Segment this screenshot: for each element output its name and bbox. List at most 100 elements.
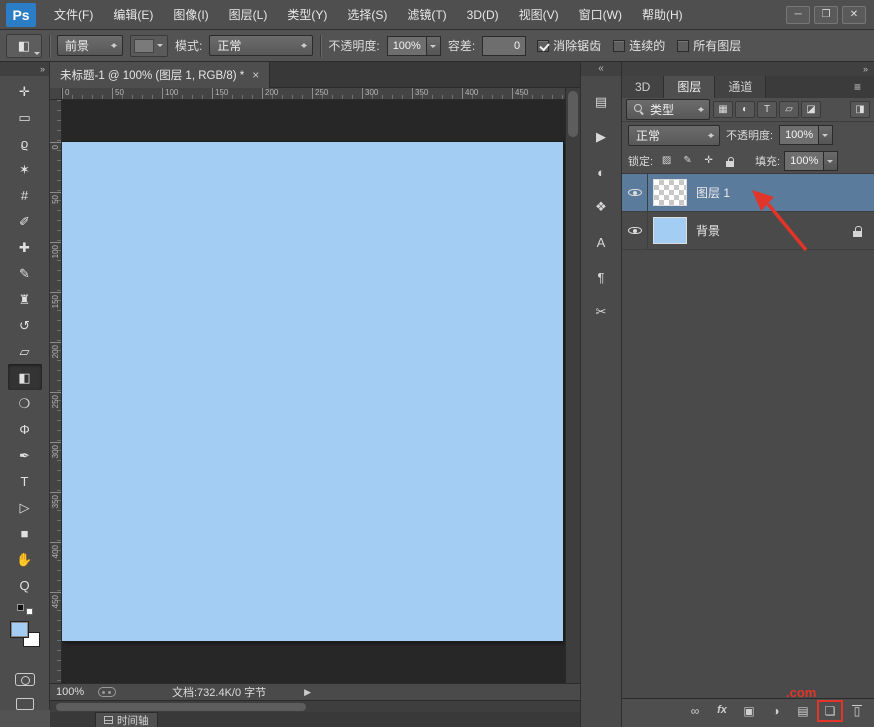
collapse-panels-icon[interactable]: » xyxy=(863,64,868,74)
chevron-down-icon[interactable] xyxy=(819,125,833,145)
new-layer-icon[interactable]: ❏ xyxy=(819,702,841,720)
menu-item[interactable]: 类型(Y) xyxy=(277,0,337,30)
link-layers-icon[interactable]: ∞ xyxy=(684,702,706,720)
layer-row[interactable]: 图层 1 xyxy=(622,174,874,212)
fill-value[interactable]: 100% xyxy=(784,151,824,171)
checkbox[interactable] xyxy=(537,40,549,52)
visibility-toggle[interactable] xyxy=(622,174,648,212)
smart-object-filter-icon[interactable]: ◪ xyxy=(801,101,821,118)
fill-source-select[interactable]: 前景 xyxy=(57,35,123,56)
menu-item[interactable]: 帮助(H) xyxy=(632,0,693,30)
marquee-tool[interactable]: ▭ xyxy=(8,104,42,130)
actions-panel-icon[interactable]: ▶ xyxy=(587,125,615,149)
option-checkbox[interactable]: 所有图层 xyxy=(677,37,741,54)
lasso-tool[interactable]: ϱ xyxy=(8,130,42,156)
horizontal-scrollbar[interactable] xyxy=(50,700,580,712)
brush-tool[interactable]: ✎ xyxy=(8,260,42,286)
crop-tool[interactable]: # xyxy=(8,182,42,208)
notes-panel-icon[interactable]: ✂ xyxy=(587,300,615,324)
close-button[interactable]: ✕ xyxy=(842,6,866,24)
pattern-picker[interactable] xyxy=(130,35,168,57)
panel-menu-icon[interactable]: ≡ xyxy=(854,76,861,98)
filter-type-select[interactable]: 类型 xyxy=(626,99,710,120)
menu-item[interactable]: 图像(I) xyxy=(163,0,218,30)
blur-tool[interactable]: ❍ xyxy=(8,390,42,416)
lock-pixels-icon[interactable]: ✎ xyxy=(678,153,697,169)
lock-all-icon[interactable] xyxy=(720,153,739,169)
layer-thumbnail[interactable] xyxy=(653,179,687,206)
add-mask-icon[interactable]: ▣ xyxy=(738,702,760,720)
menu-item[interactable]: 窗口(W) xyxy=(569,0,632,30)
type-tool[interactable]: T xyxy=(8,468,42,494)
pen-tool[interactable]: ✒ xyxy=(8,442,42,468)
move-tool[interactable]: ✛ xyxy=(8,78,42,104)
zoom-tool[interactable]: Q xyxy=(8,572,42,598)
menu-item[interactable]: 滤镜(T) xyxy=(397,0,456,30)
maximize-button[interactable]: ❐ xyxy=(814,6,838,24)
paragraph-panel-icon[interactable]: ¶ xyxy=(587,265,615,289)
fill-field[interactable]: 100% xyxy=(784,151,838,171)
eyedropper-tool[interactable]: ✐ xyxy=(8,208,42,234)
panel-tab[interactable]: 通道 xyxy=(715,76,766,98)
layer-opacity-value[interactable]: 100% xyxy=(779,125,819,145)
visibility-toggle[interactable] xyxy=(622,212,648,250)
eraser-tool[interactable]: ▱ xyxy=(8,338,42,364)
document-tab[interactable]: 未标题-1 @ 100% (图层 1, RGB/8) * × xyxy=(50,62,270,88)
tool-preset-picker[interactable]: ◧ xyxy=(6,34,42,58)
quick-mask-button[interactable] xyxy=(15,673,35,686)
scrollbar-thumb[interactable] xyxy=(568,91,578,137)
dodge-tool[interactable]: Φ xyxy=(8,416,42,442)
history-brush-tool[interactable]: ↺ xyxy=(8,312,42,338)
layer-style-icon[interactable]: fx xyxy=(711,702,733,720)
hand-tool[interactable]: ✋ xyxy=(8,546,42,572)
panel-tab[interactable]: 图层 xyxy=(664,76,715,98)
filter-toggle-icon[interactable]: ◨ xyxy=(850,101,870,118)
option-checkbox[interactable]: 连续的 xyxy=(613,37,665,54)
clone-stamp-tool[interactable]: ♜ xyxy=(8,286,42,312)
menu-item[interactable]: 编辑(E) xyxy=(103,0,163,30)
minimize-button[interactable]: ─ xyxy=(786,6,810,24)
menu-item[interactable]: 视图(V) xyxy=(509,0,569,30)
blend-mode-select[interactable]: 正常 xyxy=(628,125,720,146)
menu-item[interactable]: 3D(D) xyxy=(457,0,509,30)
layer-thumbnail[interactable] xyxy=(653,217,687,244)
menu-item[interactable]: 图层(L) xyxy=(219,0,278,30)
shape-tool[interactable]: ■ xyxy=(8,520,42,546)
scrollbar-thumb[interactable] xyxy=(56,703,306,711)
delete-layer-icon[interactable]: ▯ xyxy=(846,702,868,720)
close-tab-icon[interactable]: × xyxy=(252,68,259,82)
paint-bucket-tool[interactable]: ◧ xyxy=(8,364,42,390)
zoom-level[interactable]: 100% xyxy=(56,686,88,698)
pixel-filter-icon[interactable]: ▦ xyxy=(713,101,733,118)
status-expand-icon[interactable]: ▶ xyxy=(304,687,311,698)
healing-brush-tool[interactable]: ✚ xyxy=(8,234,42,260)
layer-row[interactable]: 背景 xyxy=(622,212,874,250)
layer-name[interactable]: 图层 1 xyxy=(692,184,874,201)
chevron-down-icon[interactable] xyxy=(427,36,441,56)
shape-filter-icon[interactable]: ▱ xyxy=(779,101,799,118)
opacity-field[interactable]: 100% xyxy=(387,36,441,56)
tolerance-input[interactable]: 0 xyxy=(482,36,526,56)
styles-panel-icon[interactable]: ❖ xyxy=(587,195,615,219)
magic-wand-tool[interactable]: ✶ xyxy=(8,156,42,182)
character-panel-icon[interactable]: A xyxy=(587,230,615,254)
type-filter-icon[interactable]: T xyxy=(757,101,777,118)
path-selection-tool[interactable]: ▷ xyxy=(8,494,42,520)
swap-colors-icon[interactable] xyxy=(17,604,33,615)
menu-item[interactable]: 选择(S) xyxy=(337,0,397,30)
screen-mode-button[interactable] xyxy=(16,698,34,710)
layer-opacity-field[interactable]: 100% xyxy=(779,125,833,145)
mode-select[interactable]: 正常 xyxy=(209,35,313,56)
opacity-value[interactable]: 100% xyxy=(387,36,427,56)
foreground-color-swatch[interactable] xyxy=(10,621,29,638)
layer-name[interactable]: 背景 xyxy=(692,222,853,239)
panel-tab[interactable]: 3D xyxy=(622,76,664,98)
checkbox[interactable] xyxy=(677,40,689,52)
timeline-tab[interactable]: 时间轴 xyxy=(95,712,158,727)
chevron-down-icon[interactable] xyxy=(824,151,838,171)
collapse-toolbar-icon[interactable]: » xyxy=(40,64,45,74)
adjustments-panel-icon[interactable]: ◐ xyxy=(587,160,615,184)
document-canvas[interactable] xyxy=(62,142,563,641)
history-panel-icon[interactable]: ▤ xyxy=(587,90,615,114)
adjustment-layer-icon[interactable]: ◑ xyxy=(765,702,787,720)
